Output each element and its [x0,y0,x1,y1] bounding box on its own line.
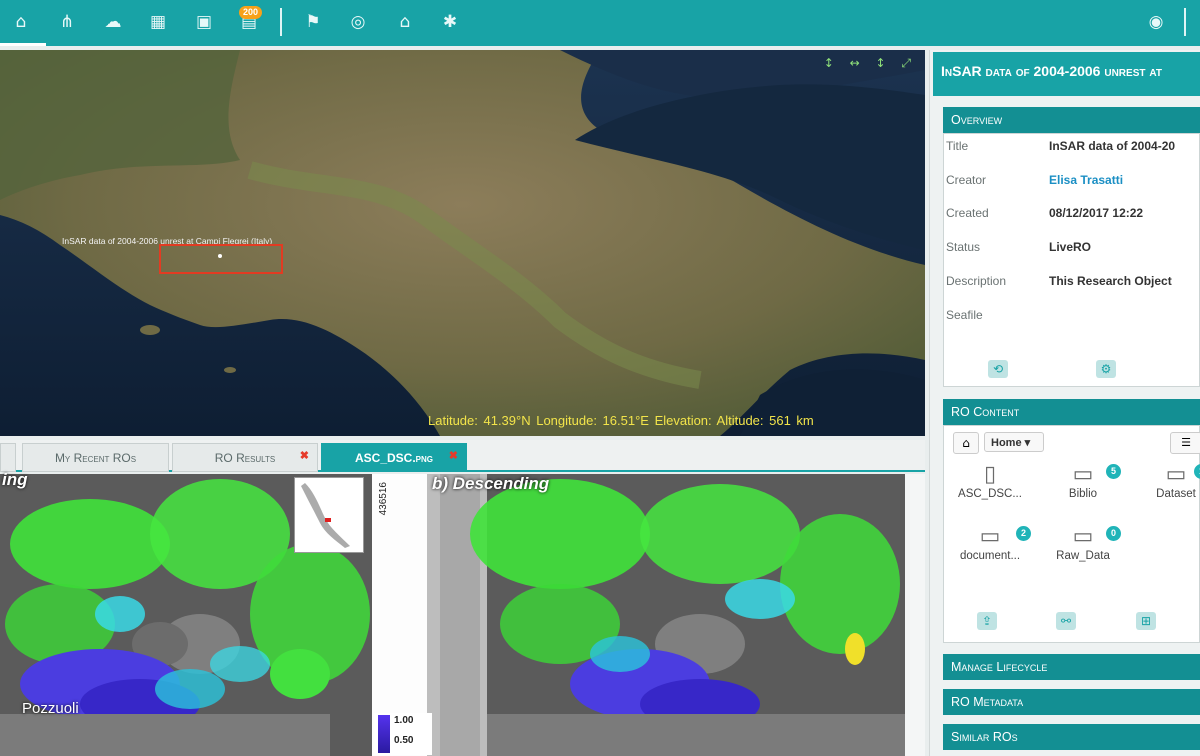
overview-value: InSAR data of 2004-20 [1049,139,1176,153]
graduation-cap-icon[interactable]: ⌂ [392,9,418,35]
cloud-icon[interactable]: ☁ [100,9,126,35]
overview-label: Seafile [946,308,983,322]
ro-content-header[interactable]: RO Content [943,399,1200,425]
overview-value: 08/12/2017 12:22 [1049,206,1144,220]
list-view-icon[interactable]: ☰ [1170,432,1200,454]
ro-metadata-header[interactable]: RO Metadata [943,689,1200,715]
ro-folder-item[interactable]: ▭ Dataset [1136,460,1200,501]
image-number-text: 436516 [378,482,389,516]
calendar-icon[interactable]: ▣ [191,9,217,35]
puzzle-icon[interactable]: ✱ [437,9,463,35]
overview-label: Status [946,240,981,254]
home-dropdown[interactable]: Home ▾ [984,432,1044,452]
map-region-highlight[interactable] [159,244,283,274]
overview-value: This Research Object [1049,274,1172,288]
overview-label: Title [946,139,969,153]
ro-file-item[interactable]: ▯ ASC_DSC... [950,460,1030,501]
overview-section [943,133,1200,387]
count-badge: 2 [1016,526,1031,541]
nav-divider-right [1184,8,1186,36]
home-icon[interactable]: ⌂ [8,9,34,35]
share-icon[interactable]: ⟲ [988,360,1008,378]
location-inset-map [294,477,364,553]
legend-color-bar [378,715,390,753]
legend-min: 0.50 [394,735,414,746]
close-tab-icon[interactable]: ✖ [300,449,309,462]
user-run-icon[interactable]: ⚑ [300,9,326,35]
count-badge: 5 [1106,464,1121,479]
creator-link[interactable]: Elisa Trasatti [1049,173,1123,187]
color-legend: 1.00 0.50 [374,713,432,755]
file-icon: ▯ [983,461,997,487]
insar-image [0,474,905,756]
map-marker-icon[interactable] [218,254,222,258]
map-coordinate-readout: Latitude: 41.39°N Longitude: 16.51°E Ele… [428,413,814,428]
manage-lifecycle-header[interactable]: Manage Lifecycle [943,654,1200,680]
tab-my-recent-ros[interactable]: My Recent ROs [22,443,169,472]
upload-icon[interactable]: ⇪ [977,612,997,630]
user-circle-icon[interactable]: ◉ [1143,9,1169,35]
top-navigation-bar: ⌂ ⋔ ☁ ▦ ▣ ▤ 200 ⚑ ◎ ⌂ ✱ ◉ [0,0,1200,46]
home-folder-icon[interactable]: ⌂ [953,432,979,454]
active-nav-indicator [0,43,46,46]
add-folder-icon[interactable]: ⊞ [1136,612,1156,630]
overview-value: LiveRO [1049,240,1092,254]
viewer-label-descending: b) Descending [432,474,550,493]
overview-header[interactable]: Overview [943,107,1200,133]
tab-ro-results[interactable]: RO Results ✖ [172,443,318,472]
count-badge: 0 [1106,526,1121,541]
overview-label: Description [946,274,1007,288]
panel-title: InSAR data of 2004-2006 unrest at [933,52,1200,96]
map-controls[interactable]: ↕ ↔ ↕ ⤢ [824,56,917,71]
network-icon[interactable]: ⋔ [54,9,80,35]
tab-first[interactable] [0,443,16,472]
overview-label: Created [946,206,989,220]
notification-badge: 200 [239,6,263,19]
folder-icon: ▭ [1165,461,1187,487]
similar-ros-header[interactable]: Similar ROs [943,724,1200,750]
target-icon[interactable]: ◎ [345,9,371,35]
settings-icon[interactable]: ⚙ [1096,360,1116,378]
viewer-label-ascending: ing [2,470,28,489]
nav-divider [280,8,282,36]
link-icon[interactable]: ⚯ [1056,612,1076,630]
calculator-icon[interactable]: ▦ [145,9,171,35]
legend-max: 1.00 [394,715,414,726]
tab-asc-dsc[interactable]: ASC_DSC.png ✖ [321,443,467,472]
image-viewer[interactable] [0,474,905,756]
overview-label: Creator [946,173,987,187]
place-label: Pozzuoli [22,700,79,717]
close-tab-icon[interactable]: ✖ [449,449,458,462]
viewer-margin [905,474,925,756]
